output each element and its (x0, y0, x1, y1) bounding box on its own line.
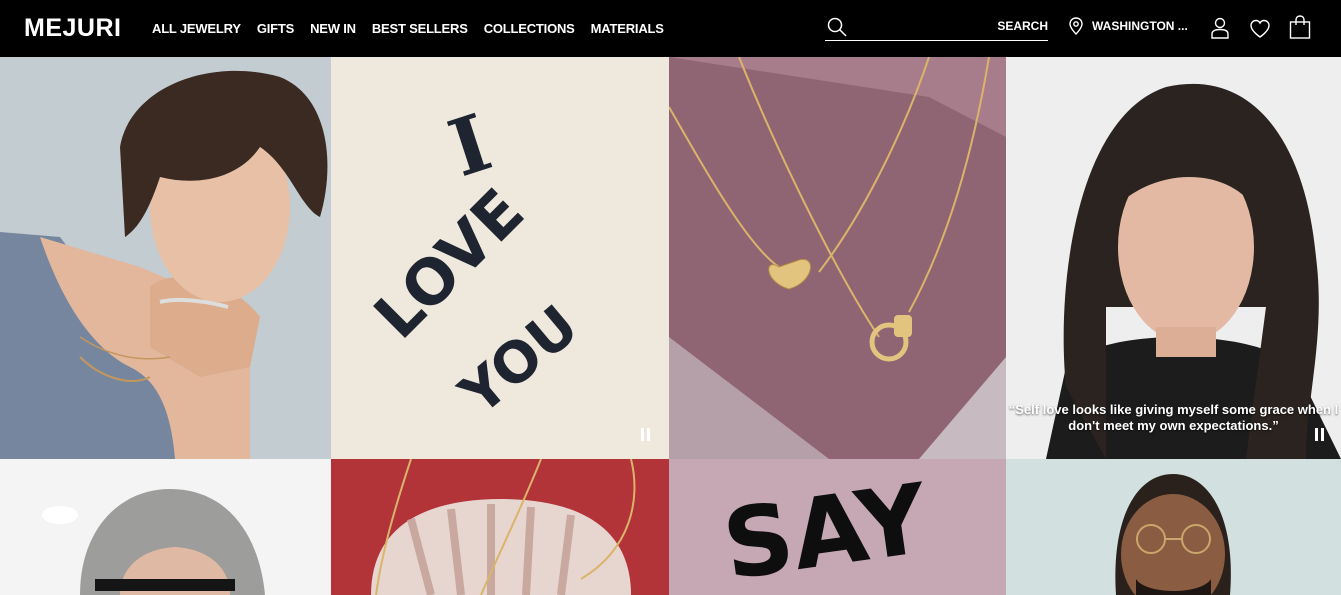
man-glasses-photo (1006, 459, 1341, 595)
main-nav: ALL JEWELRY GIFTS NEW IN BEST SELLERS CO… (152, 21, 664, 36)
location-selector[interactable]: WASHINGTON ... (1068, 17, 1188, 35)
search-label[interactable]: SEARCH (997, 19, 1048, 33)
handwriting-i-love-you: I LOVE YOU (360, 97, 591, 428)
handwriting-tile-i-love-you[interactable]: I LOVE YOU (331, 57, 669, 459)
grey-hair-photo (0, 459, 331, 595)
red-cup-photo (331, 459, 669, 595)
nav-best-sellers[interactable]: BEST SELLERS (372, 21, 468, 36)
testimonial-quote: “Self love looks like giving myself some… (1008, 402, 1339, 433)
photo-tile-gold-necklaces[interactable] (669, 57, 1006, 459)
photo-tile-red-necklace[interactable] (331, 459, 669, 595)
nav-all-jewelry[interactable]: ALL JEWELRY (152, 21, 241, 36)
nav-materials[interactable]: MATERIALS (591, 21, 664, 36)
pause-button[interactable] (641, 428, 651, 441)
handwriting-say: SAY (669, 459, 1006, 595)
nav-new-in[interactable]: NEW IN (310, 21, 356, 36)
photo-tile-man-glasses[interactable] (1006, 459, 1341, 595)
nav-gifts[interactable]: GIFTS (257, 21, 294, 36)
location-label[interactable]: WASHINGTON ... (1092, 19, 1188, 33)
testimonial-photo (1006, 57, 1341, 459)
top-header: MEJURI ALL JEWELRY GIFTS NEW IN BEST SEL… (0, 0, 1341, 57)
nav-collections[interactable]: COLLECTIONS (484, 21, 575, 36)
pause-button[interactable] (1315, 428, 1325, 441)
necklaces-photo (669, 57, 1006, 459)
search-icon (827, 17, 847, 37)
handwriting-tile-say[interactable]: SAY (669, 459, 1006, 595)
model-photo (0, 57, 331, 459)
search-bar[interactable]: SEARCH (825, 15, 1048, 41)
heart-icon[interactable] (1249, 19, 1271, 39)
photo-tile-grey-hair-model[interactable] (0, 459, 331, 595)
image-grid: I LOVE YOU “Self love looks like giving … (0, 57, 1341, 595)
shopping-bag-icon[interactable] (1289, 15, 1311, 39)
video-tile-testimonial[interactable]: “Self love looks like giving myself some… (1006, 57, 1341, 459)
logo[interactable]: MEJURI (24, 14, 121, 43)
photo-tile-model-necklace[interactable] (0, 57, 331, 459)
hw-word-you: YOU (447, 293, 590, 428)
hw-word-i: I (439, 97, 502, 195)
location-pin-icon (1069, 17, 1083, 35)
account-icon[interactable] (1210, 17, 1230, 39)
